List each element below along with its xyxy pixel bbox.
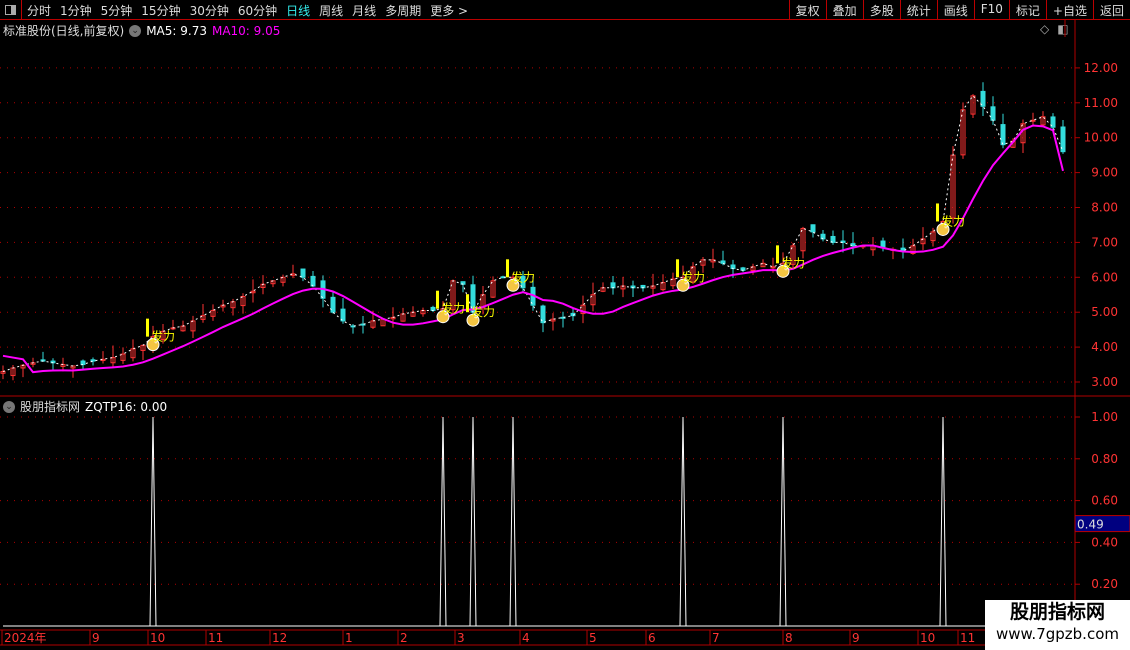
price-tick-label: 9.00: [1091, 166, 1118, 180]
signal-bar: [506, 259, 509, 278]
candle-body: [610, 282, 616, 289]
time-tick-label: 11: [208, 631, 223, 645]
time-tick-label: 2: [400, 631, 408, 645]
signal-bar: [466, 294, 469, 313]
candle-body: [80, 360, 86, 366]
signal-label: 发力: [441, 301, 465, 316]
candle-body: [310, 275, 316, 287]
price-tick-label: 11.00: [1084, 96, 1118, 110]
watermark: 股朋指标网 www.7gpzb.com: [985, 600, 1130, 650]
indicator-tick-label: 0.60: [1091, 494, 1118, 508]
zqtp16-spike: [679, 416, 687, 627]
time-tick-label: 10: [150, 631, 165, 645]
price-tick-label: 8.00: [1091, 201, 1118, 215]
zqtp16-spike: [149, 416, 157, 627]
time-tick-label: 2024年: [4, 631, 47, 645]
signal-label: 发力: [471, 304, 495, 319]
watermark-url: www.7gpzb.com: [996, 625, 1119, 643]
indicator-tick-label: 0.40: [1091, 535, 1118, 549]
signal-bar: [676, 259, 679, 278]
time-tick-label: 5: [589, 631, 597, 645]
candle-body: [90, 359, 96, 362]
signal-bar: [436, 290, 439, 309]
time-tick-label: 9: [852, 631, 860, 645]
time-tick-label: 11: [960, 631, 975, 645]
signal-label: 发力: [151, 329, 175, 344]
candle-body: [980, 90, 986, 107]
time-tick-label: 6: [648, 631, 656, 645]
time-tick-label: 10: [920, 631, 935, 645]
signal-bar: [776, 245, 779, 264]
time-tick-label: 9: [92, 631, 100, 645]
candle-body: [990, 106, 996, 121]
time-tick-label: 3: [457, 631, 465, 645]
zqtp16-spike: [779, 416, 787, 627]
indicator-tick-label: 1.00: [1091, 410, 1118, 424]
price-tick-label: 5.00: [1091, 305, 1118, 319]
price-tick-label: 6.00: [1091, 270, 1118, 284]
candle-body: [720, 260, 726, 264]
price-tick-label: 12.00: [1084, 61, 1118, 75]
price-tick-label: 10.00: [1084, 131, 1118, 145]
signal-label: 发力: [781, 255, 805, 270]
price-tick-label: 3.00: [1091, 375, 1118, 389]
indicator-tick-label: 0.20: [1091, 577, 1118, 591]
candle-body: [300, 268, 306, 278]
indicator-tick-label: 0.80: [1091, 452, 1118, 466]
candle-body: [810, 224, 816, 233]
time-tick-label: 12: [272, 631, 287, 645]
signal-label: 发力: [681, 269, 705, 284]
time-tick-label: 8: [785, 631, 793, 645]
candle-body: [1000, 124, 1006, 146]
zqtp16-spike: [509, 416, 517, 627]
signal-label: 发力: [941, 213, 965, 228]
signal-bar: [936, 203, 939, 222]
candle-body: [330, 296, 336, 313]
time-tick-label: 4: [522, 631, 530, 645]
time-tick-label: 1: [345, 631, 353, 645]
zqtp16-spike: [939, 416, 947, 627]
signal-bar: [146, 318, 149, 337]
zqtp16-spike: [439, 416, 447, 627]
time-tick-label: 7: [712, 631, 720, 645]
price-tick-label: 4.00: [1091, 340, 1118, 354]
signal-label: 发力: [511, 269, 535, 284]
watermark-name: 股朋指标网: [1009, 601, 1105, 623]
price-tick-label: 7.00: [1091, 235, 1118, 249]
cursor-value: 0.49: [1077, 518, 1104, 532]
price-chart[interactable]: 3.004.005.006.007.008.009.0010.0011.0012…: [0, 0, 1130, 650]
zqtp16-spike: [469, 416, 477, 627]
